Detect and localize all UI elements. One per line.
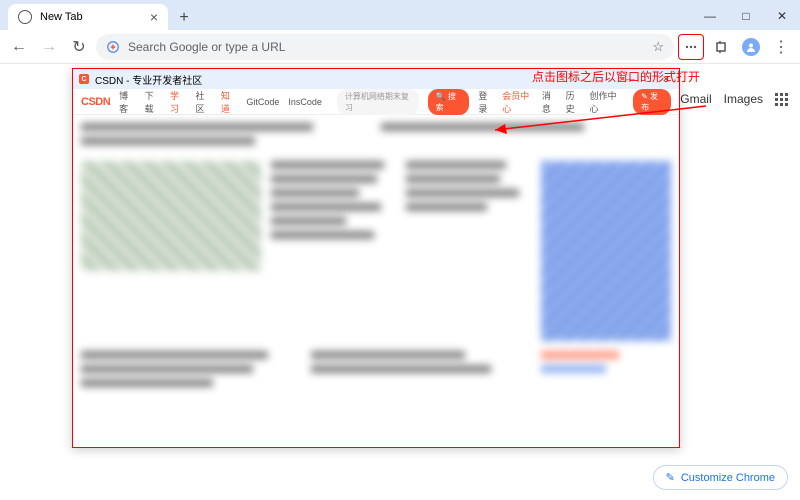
omnibox[interactable]: Search Google or type a URL ☆ <box>96 34 674 60</box>
menu-button[interactable]: ⋮ <box>768 34 794 60</box>
nav-download[interactable]: 下载 <box>145 89 161 115</box>
pencil-icon: ✎ <box>666 471 675 484</box>
popup-nav: CSDN 博客 下载 学习 社区 知道 GitCode InsCode 计算机网… <box>73 89 679 115</box>
annotation-text: 点击图标之后以窗口的形式打开 <box>532 68 700 85</box>
window-titlebar: New Tab × + — □ ✕ <box>0 0 800 30</box>
popup-search[interactable]: 计算机网络期末复习 <box>337 89 419 115</box>
close-button[interactable]: ✕ <box>764 2 800 30</box>
forward-button[interactable]: → <box>36 34 62 60</box>
back-button[interactable]: ← <box>6 34 32 60</box>
ntp-shortcuts: Gmail Images <box>680 92 788 106</box>
nav-create[interactable]: 创作中心 <box>589 89 621 115</box>
profile-button[interactable] <box>738 34 764 60</box>
article-thumbnail <box>81 161 261 271</box>
new-tab-button[interactable]: + <box>172 6 196 30</box>
reload-button[interactable]: ↻ <box>66 34 92 60</box>
customize-chrome-button[interactable]: ✎ Customize Chrome <box>653 465 788 490</box>
nav-history[interactable]: 历史 <box>566 89 582 115</box>
popup-body <box>73 115 679 449</box>
maximize-button[interactable]: □ <box>728 2 764 30</box>
avatar-icon <box>742 38 760 56</box>
apps-icon[interactable] <box>775 93 788 106</box>
nav-know[interactable]: 知道 <box>221 89 237 115</box>
nav-login[interactable]: 登录 <box>478 89 494 115</box>
images-link[interactable]: Images <box>724 92 763 106</box>
popup-title: CSDN - 专业开发者社区 <box>95 72 202 87</box>
nav-gitcode[interactable]: GitCode <box>246 97 279 107</box>
popup-search-button[interactable]: 🔍 搜索 <box>428 89 470 115</box>
nav-inscode[interactable]: InsCode <box>288 97 322 107</box>
extension-popup-window: C CSDN - 专业开发者社区 — □ ✕ CSDN 博客 下载 学习 社区 … <box>72 68 680 448</box>
minimize-button[interactable]: — <box>692 2 728 30</box>
tab-favicon <box>18 10 32 24</box>
nav-learn[interactable]: 学习 <box>170 89 186 115</box>
bookmark-icon[interactable]: ☆ <box>652 39 664 55</box>
google-icon <box>106 40 120 54</box>
sidebar-ad <box>541 161 671 341</box>
nav-blog[interactable]: 博客 <box>119 89 135 115</box>
omnibox-placeholder: Search Google or type a URL <box>128 40 285 54</box>
nav-community[interactable]: 社区 <box>195 89 211 115</box>
nav-msg[interactable]: 消息 <box>542 89 558 115</box>
publish-button[interactable]: ✎ 发布 <box>633 89 671 115</box>
browser-toolbar: ← → ↻ Search Google or type a URL ☆ ⋮ <box>0 30 800 64</box>
extension-popup-button[interactable] <box>678 34 704 60</box>
extension-icon <box>684 40 698 54</box>
close-icon[interactable]: × <box>150 9 158 25</box>
page-content: 点击图标之后以窗口的形式打开 Gmail Images C CSDN - 专业开… <box>0 64 800 500</box>
csdn-favicon: C <box>79 74 89 84</box>
extensions-button[interactable] <box>708 34 734 60</box>
window-controls: — □ ✕ <box>692 2 800 30</box>
puzzle-icon <box>714 40 728 54</box>
tab-title: New Tab <box>40 11 83 23</box>
browser-tab[interactable]: New Tab × <box>8 4 168 30</box>
nav-vip[interactable]: 会员中心 <box>502 89 534 115</box>
csdn-logo[interactable]: CSDN <box>81 96 110 108</box>
gmail-link[interactable]: Gmail <box>680 92 711 106</box>
